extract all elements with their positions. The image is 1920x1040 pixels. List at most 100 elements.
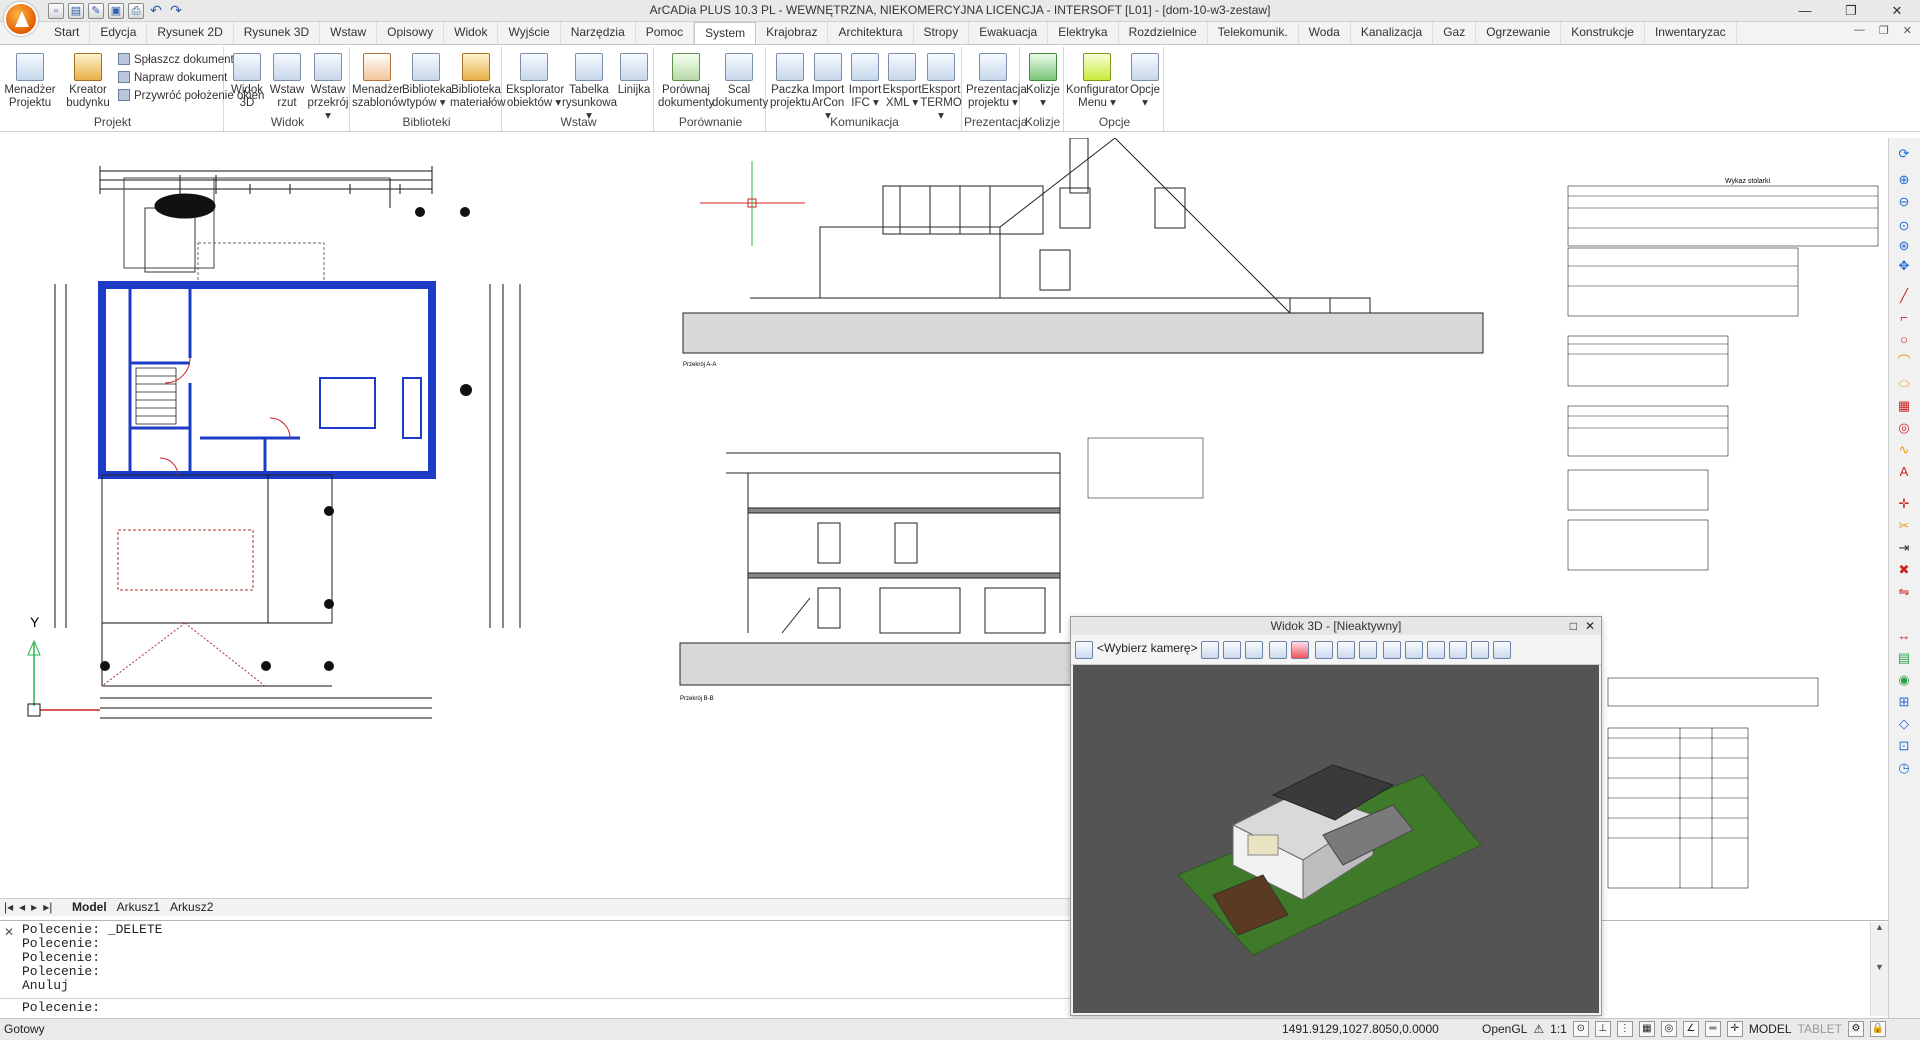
save-3d-icon[interactable]: [1405, 641, 1423, 659]
view-dropdown-icon[interactable]: [1201, 641, 1219, 659]
settings-gear-icon[interactable]: ⚙: [1847, 1021, 1864, 1037]
walls-icon[interactable]: [1291, 641, 1309, 659]
drawing-canvas[interactable]: Y Przekrój A-A Przekrój B-B Wykaz stolar…: [0, 138, 1888, 898]
dimension-icon[interactable]: ↔: [1895, 628, 1913, 644]
tab-edycja[interactable]: Edycja: [90, 22, 148, 44]
properties-icon[interactable]: ◉: [1895, 672, 1913, 688]
erase-icon[interactable]: ✖: [1895, 562, 1913, 578]
maximize-button[interactable]: ❐: [1828, 0, 1874, 22]
point-icon[interactable]: ◎: [1895, 420, 1913, 436]
model-space-toggle[interactable]: MODEL: [1749, 1022, 1792, 1036]
tabelka-rysunkowa-button[interactable]: Tabelka rysunkowa ▾: [562, 53, 617, 123]
fly-icon[interactable]: [1337, 641, 1355, 659]
prev-sheet-icon[interactable]: ◂: [19, 900, 25, 914]
extend-icon[interactable]: ⇥: [1895, 540, 1913, 556]
ortho-icon[interactable]: ⊥: [1594, 1021, 1611, 1037]
tab-elektryka[interactable]: Elektryka: [1048, 22, 1119, 44]
snap-icon[interactable]: ◇: [1895, 716, 1913, 732]
tab-kanalizacja[interactable]: Kanalizacja: [1351, 22, 1434, 44]
line-icon[interactable]: ╱: [1895, 288, 1913, 304]
tab-narzędzia[interactable]: Narzędzia: [561, 22, 636, 44]
tab-widok[interactable]: Widok: [444, 22, 499, 44]
tab-wyjście[interactable]: Wyjście: [498, 22, 561, 44]
doc-minimize-icon[interactable]: —: [1854, 24, 1865, 37]
eksport-xml-button[interactable]: Eksport XML ▾: [882, 53, 922, 110]
measure-icon[interactable]: ⊞: [1895, 694, 1913, 710]
biblioteka-typow-button[interactable]: Biblioteka typów ▾: [402, 53, 452, 110]
tab-opisowy[interactable]: Opisowy: [377, 22, 445, 44]
export-3d-icon[interactable]: [1493, 641, 1511, 659]
tablet-toggle[interactable]: TABLET: [1798, 1022, 1842, 1036]
zoom-3d-icon[interactable]: [1223, 641, 1241, 659]
print-3d-icon[interactable]: [1383, 641, 1401, 659]
move-icon[interactable]: ✛: [1895, 496, 1913, 512]
render-icon[interactable]: [1471, 641, 1489, 659]
first-sheet-icon[interactable]: |◂: [4, 900, 13, 914]
osnap-icon[interactable]: ⊙: [1572, 1021, 1589, 1037]
tab-pomoc[interactable]: Pomoc: [636, 22, 695, 44]
pan-icon[interactable]: ✥: [1895, 258, 1913, 274]
prezentacja-projektu-button[interactable]: Prezentacja projektu ▾: [966, 53, 1027, 110]
opcje-button[interactable]: Opcje ▾: [1126, 53, 1164, 110]
walk-icon[interactable]: [1315, 641, 1333, 659]
ellipse-icon[interactable]: ⬭: [1895, 376, 1913, 392]
wstaw-rzut-button[interactable]: Wstaw rzut: [266, 53, 308, 110]
tab-gaz[interactable]: Gaz: [1433, 22, 1477, 44]
lock-icon[interactable]: 🔒: [1869, 1021, 1886, 1037]
scale-value[interactable]: 1:1: [1550, 1022, 1567, 1036]
polyline-icon[interactable]: ⌐: [1895, 310, 1913, 326]
dynamic-input-icon[interactable]: ✛: [1726, 1021, 1743, 1037]
zoom-in-icon[interactable]: ⊕: [1895, 172, 1913, 188]
napraw-dokument-button[interactable]: Napraw dokument: [118, 71, 227, 84]
materials-3d-icon[interactable]: [1449, 641, 1467, 659]
tab-architektura[interactable]: Architektura: [828, 22, 914, 44]
minimize-button[interactable]: —: [1782, 0, 1828, 22]
kreator-budynku-button[interactable]: Kreator budynku: [62, 53, 114, 110]
view3d-close-icon[interactable]: ✕: [1585, 617, 1595, 635]
last-sheet-icon[interactable]: ▸|: [43, 900, 52, 914]
tab-system[interactable]: System: [694, 22, 757, 44]
tab-wstaw[interactable]: Wstaw: [320, 22, 378, 44]
sheet-tab-model[interactable]: Model: [72, 900, 107, 914]
tab-start[interactable]: Start: [44, 22, 91, 44]
hatch-icon[interactable]: ▦: [1895, 398, 1913, 414]
wstaw-przekroj-button[interactable]: Wstaw przekrój ▾: [306, 53, 350, 123]
tab-krajobraz[interactable]: Krajobraz: [756, 22, 829, 44]
tab-konstrukcje[interactable]: Konstrukcje: [1561, 22, 1645, 44]
linijka-button[interactable]: Linijka: [614, 53, 654, 97]
camera-icon[interactable]: [1075, 641, 1093, 659]
mirror-icon[interactable]: ⇋: [1895, 584, 1913, 600]
view3d-window[interactable]: Widok 3D - [Nieaktywny] □ ✕ <Wybierz kam…: [1070, 616, 1602, 1016]
refresh-icon[interactable]: ⟳: [1895, 146, 1913, 162]
tab-ogrzewanie[interactable]: Ogrzewanie: [1476, 22, 1562, 44]
annotation-scale-icon[interactable]: ⚠: [1533, 1022, 1544, 1036]
splaszcz-dokument-button[interactable]: Spłaszcz dokument: [118, 53, 234, 66]
command-close-icon[interactable]: ✕: [4, 925, 14, 939]
scal-dokumenty-button[interactable]: Scal dokumenty: [712, 53, 768, 110]
spline-icon[interactable]: ∿: [1895, 442, 1913, 458]
lineweight-icon[interactable]: ═: [1704, 1021, 1721, 1037]
command-input[interactable]: Polecenie:: [0, 998, 1072, 1018]
view3d-maximize-icon[interactable]: □: [1570, 617, 1577, 635]
biblioteka-materialow-button[interactable]: Biblioteka materiałów: [450, 53, 506, 110]
tab-woda[interactable]: Woda: [1299, 22, 1351, 44]
doc-close-icon[interactable]: ✕: [1903, 24, 1912, 37]
layers-3d-icon[interactable]: [1427, 641, 1445, 659]
opengl-indicator[interactable]: OpenGL: [1482, 1022, 1527, 1036]
layer-icon[interactable]: ▤: [1895, 650, 1913, 666]
clock-icon[interactable]: ◷: [1895, 760, 1913, 776]
zoom-extents-icon[interactable]: ⊛: [1895, 238, 1913, 254]
tab-rysunek-2d[interactable]: Rysunek 2D: [147, 22, 234, 44]
grid-icon[interactable]: ⊡: [1895, 738, 1913, 754]
grid-toggle-icon[interactable]: ▦: [1638, 1021, 1655, 1037]
konfigurator-menu-button[interactable]: Konfigurator Menu ▾: [1066, 53, 1129, 110]
tab-ewakuacja[interactable]: Ewakuacja: [969, 22, 1049, 44]
eksplorator-obiektow-button[interactable]: Eksplorator obiektów ▾: [506, 53, 564, 110]
trim-icon[interactable]: ✂: [1895, 518, 1913, 534]
app-logo[interactable]: [4, 2, 38, 36]
view3d-viewport[interactable]: [1073, 665, 1599, 1013]
import-arcon-button[interactable]: Import ArCon ▾: [808, 53, 848, 123]
porownaj-dokumenty-button[interactable]: Porównaj dokumenty: [658, 53, 714, 110]
import-ifc-button[interactable]: Import IFC ▾: [846, 53, 884, 110]
zoom-out-icon[interactable]: ⊖: [1895, 194, 1913, 210]
